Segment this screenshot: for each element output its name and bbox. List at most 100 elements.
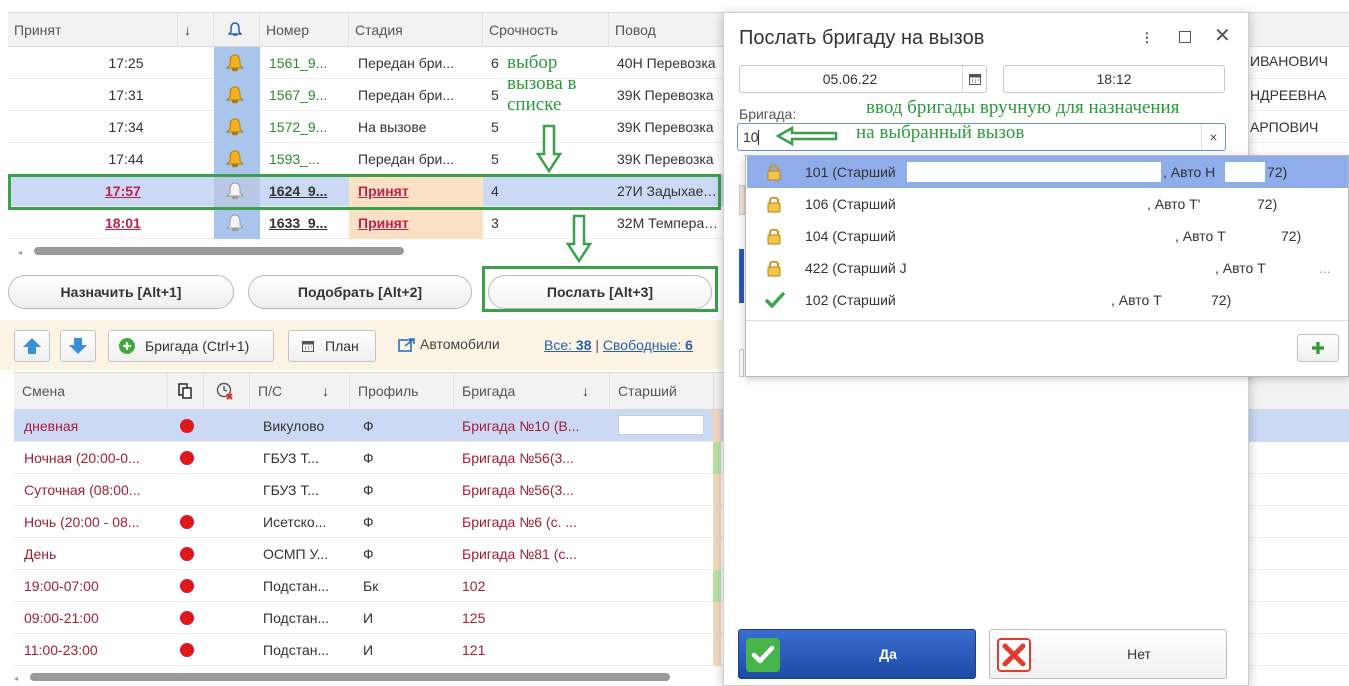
call-number[interactable]: 1633_9... xyxy=(269,207,349,239)
annotation-enter-brigade: на выбранный вызов xyxy=(856,122,1025,143)
plus-circle-icon xyxy=(119,338,135,354)
brigade-suggestions: 101 (Старший , Авто Н 72) 106 (Старший ,… xyxy=(745,155,1349,377)
col-senior-header[interactable]: Старший xyxy=(610,372,714,410)
row-color-strip xyxy=(713,410,721,442)
call-reason: 32М Температура xyxy=(617,215,723,231)
counts-bar: Все: 38 | Свободные: 6 xyxy=(544,337,693,353)
plan-button[interactable]: План xyxy=(288,330,376,362)
hidden-field-edge xyxy=(739,249,744,303)
calendar-icon[interactable] xyxy=(962,66,986,92)
lock-icon xyxy=(767,196,781,213)
no-button[interactable]: Нет xyxy=(989,629,1227,679)
status-dot xyxy=(180,451,194,465)
call-number[interactable]: 1572_9... xyxy=(269,111,349,143)
col-reason-header[interactable]: Повод xyxy=(609,13,729,47)
scroll-left-icon[interactable]: ◂ xyxy=(14,675,24,683)
bell-icon xyxy=(225,150,245,167)
text-cursor xyxy=(758,130,759,145)
annotation-enter-brigade: ввод бригады вручную для назначения xyxy=(866,97,1180,118)
suggestion-tail: ... xyxy=(1319,260,1331,276)
col-urgency-header[interactable]: Срочность xyxy=(483,13,609,47)
col-stage-header[interactable]: Стадия xyxy=(349,13,483,47)
col-accepted-header[interactable]: Принят xyxy=(8,13,178,47)
senior-field[interactable] xyxy=(618,415,704,435)
bell-header-icon[interactable] xyxy=(214,13,260,47)
row-color-strip xyxy=(713,474,721,570)
suggestion-item[interactable]: 104 (Старший , Авто Т 72) xyxy=(747,220,1348,252)
suggestion-item[interactable]: 106 (Старший , Авто Т' 72) xyxy=(747,188,1348,220)
col-shift-header[interactable]: Смена xyxy=(14,372,168,410)
annotation-arrow-down-icon xyxy=(566,214,592,264)
add-brigade-button[interactable]: Бригада (Ctrl+1) xyxy=(108,330,274,362)
scroll-left-icon[interactable]: ◂ xyxy=(18,249,28,257)
yes-button[interactable]: Да xyxy=(738,629,976,679)
bell-icon xyxy=(225,118,245,135)
suggestion-lead: 102 (Старший xyxy=(805,292,896,308)
redacted-block xyxy=(907,162,1161,182)
call-number[interactable]: 1567_9... xyxy=(269,79,349,111)
status-dot xyxy=(180,515,194,529)
brigade-ps: Викулово xyxy=(263,418,325,434)
horizontal-scrollbar[interactable] xyxy=(30,673,670,681)
close-icon[interactable]: ✕ xyxy=(1214,23,1231,48)
counts-separator: | xyxy=(595,337,600,353)
call-stage: Передан бри... xyxy=(358,55,454,71)
move-down-button[interactable] xyxy=(60,330,96,362)
brigade-input-value: 10 xyxy=(743,129,759,145)
brigade-profile: И xyxy=(363,610,374,626)
brigade-shift: Ночная (20:00-0... xyxy=(24,450,140,466)
pick-button[interactable]: Подобрать [Alt+2] xyxy=(248,275,472,309)
brigade-shift: 11:00-23:00 xyxy=(24,642,98,658)
brigade-ps: ОСМП У... xyxy=(263,546,329,562)
status-dot xyxy=(180,611,194,625)
call-stage: Принят xyxy=(358,215,409,231)
suggestion-item[interactable]: 102 (Старший , Авто Т 72) xyxy=(747,284,1348,316)
suggestion-item[interactable]: 422 (Старший Ј , Авто Т ... xyxy=(747,252,1348,284)
brigade-shift: дневная xyxy=(24,418,79,434)
suggestion-car: , Авто Т xyxy=(1215,260,1266,276)
no-label: Нет xyxy=(1127,646,1151,662)
date-field[interactable]: 05.06.22 xyxy=(739,65,987,93)
row-color-strip xyxy=(713,602,721,666)
suggestion-lead: 101 (Старший xyxy=(805,164,896,180)
suggestion-lead: 422 (Старший Ј xyxy=(805,260,907,276)
open-window-icon xyxy=(398,338,415,352)
call-reason: 39К Перевозка xyxy=(617,151,714,167)
time-field[interactable]: 18:12 xyxy=(1003,65,1225,93)
call-number[interactable]: 1593_... xyxy=(269,143,349,175)
lock-icon xyxy=(767,228,781,245)
move-up-button[interactable] xyxy=(14,330,50,362)
call-stage: На вызове xyxy=(358,119,427,135)
cars-link[interactable]: Автомобили xyxy=(398,336,500,352)
redacted-block xyxy=(1225,162,1265,182)
col-ps-header[interactable]: П/С ↓ xyxy=(250,372,350,410)
horizontal-scrollbar[interactable] xyxy=(34,247,404,255)
col-brigade-header[interactable]: Бригада ↓ xyxy=(454,372,610,410)
brigade-profile: Ф xyxy=(363,418,374,434)
brigade-ps: Подстан... xyxy=(263,578,330,594)
all-count-link[interactable]: Все: 38 xyxy=(544,337,591,353)
col-copy-header[interactable] xyxy=(168,372,204,410)
row-color-strip xyxy=(713,442,721,474)
brigade-label: Бригада: xyxy=(739,106,797,122)
call-number[interactable]: 1561_9... xyxy=(269,47,349,79)
add-brigade-plus-button[interactable] xyxy=(1297,334,1339,362)
clock-cancel-icon xyxy=(216,382,233,400)
clear-icon[interactable]: × xyxy=(1201,124,1225,150)
bell-icon xyxy=(225,54,245,71)
brigade-shift: Суточная (08:00... xyxy=(24,482,141,498)
col-profile-header[interactable]: Профиль xyxy=(350,372,454,410)
sort-down-icon[interactable]: ↓ xyxy=(178,13,214,47)
call-time: 17:25 xyxy=(108,55,144,71)
maximize-icon[interactable] xyxy=(1179,31,1191,43)
lock-icon xyxy=(767,260,781,277)
assign-button[interactable]: Назначить [Alt+1] xyxy=(8,275,234,309)
brigade-name: Бригада №6 (с. ... xyxy=(462,514,578,530)
col-clock-header[interactable] xyxy=(204,372,250,410)
free-count-link[interactable]: Свободные: 6 xyxy=(603,337,693,353)
brigade-ps: Подстан... xyxy=(263,642,330,658)
call-urgency: 5 xyxy=(491,119,499,135)
col-number-header[interactable]: Номер xyxy=(260,13,349,47)
suggestion-item[interactable]: 101 (Старший , Авто Н 72) xyxy=(747,156,1348,188)
more-icon[interactable]: ⁝ xyxy=(1144,28,1150,49)
